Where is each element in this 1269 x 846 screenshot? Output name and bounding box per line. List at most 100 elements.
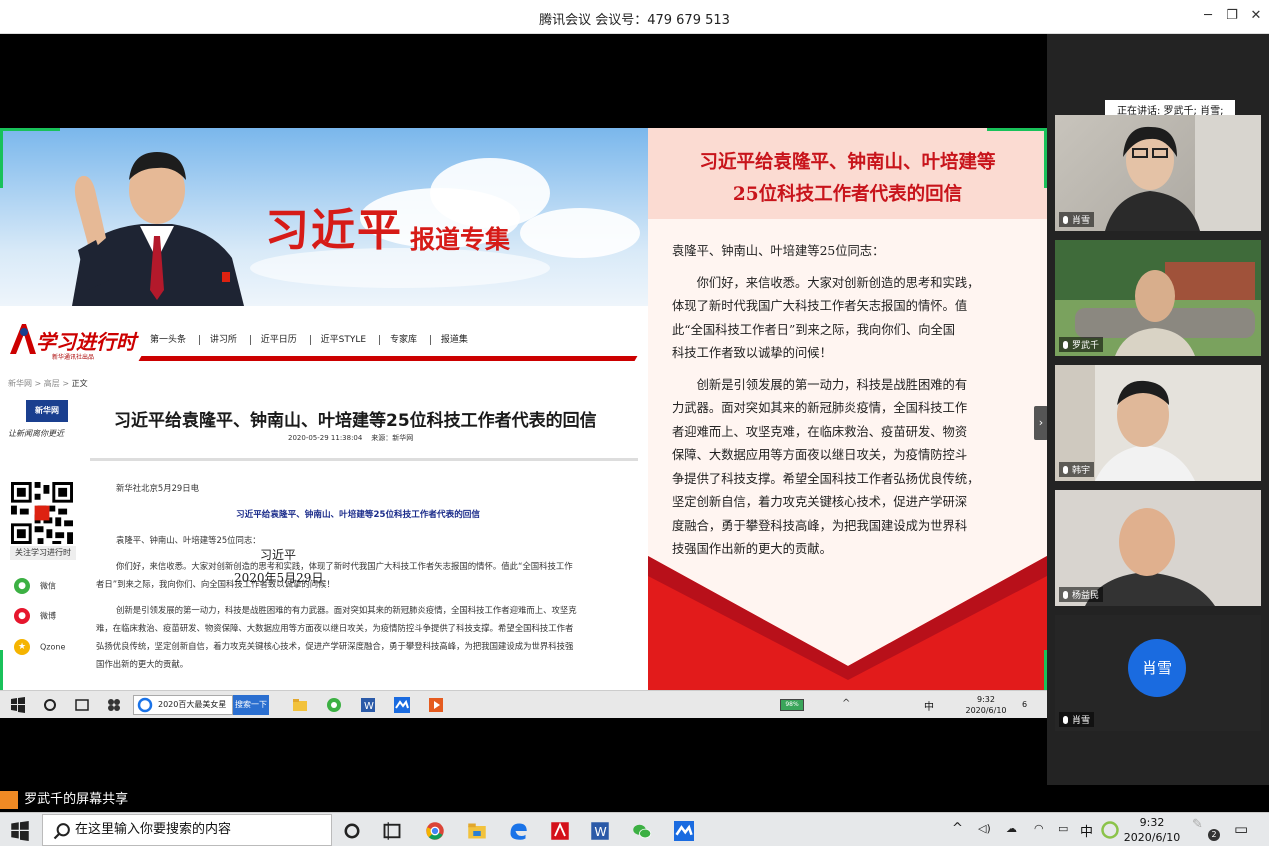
mic-icon	[1063, 341, 1068, 349]
logo-mark-icon	[10, 324, 36, 354]
article-divider	[90, 458, 638, 461]
nav-item-reports[interactable]: 报道集	[429, 335, 478, 345]
mic-icon	[1063, 591, 1068, 599]
windows-start-icon[interactable]	[10, 697, 26, 713]
letter-line: 袁隆平、钟南山、叶培建等25位同志：	[672, 244, 885, 258]
xinhua-logo: 新华网 让新闻离你更近	[8, 396, 80, 444]
action-center-icon[interactable]: ▭	[1234, 820, 1248, 838]
nav-item-headline[interactable]: 第一头条	[140, 335, 196, 345]
participant-tile[interactable]: 罗武千	[1055, 240, 1261, 356]
participant-name: 韩宇	[1059, 462, 1095, 477]
windows-start-icon[interactable]	[10, 821, 30, 841]
participant-name: 肖雪	[1059, 212, 1095, 227]
taskbar-search-input[interactable]: 在这里输入你要搜索的内容	[42, 814, 332, 846]
nav-item-experts[interactable]: 专家库	[378, 335, 427, 345]
article-salutation: 袁隆平、钟南山、叶培建等25位同志：	[116, 535, 261, 545]
share-owner: 罗武千的屏幕共享	[24, 792, 129, 807]
chrome-icon[interactable]	[425, 821, 445, 841]
screen-share-label: 罗武千的屏幕共享	[0, 790, 128, 810]
letter-line: 坚定创新自信，着力攻克关键核心技术，促进产学研深	[672, 495, 968, 509]
file-explorer-icon[interactable]	[467, 821, 487, 841]
app-icon[interactable]	[106, 697, 122, 713]
notification-badge: 2	[1208, 829, 1220, 841]
qzone-icon: ★	[14, 639, 30, 655]
article-paragraph: 你们好，来信收悉。大家对创新创造的思考和实践，体现了新时代我国广大科技工作者矢志…	[116, 561, 573, 571]
participant-tile[interactable]: 肖雪	[1055, 115, 1261, 231]
share-label: 微信	[40, 581, 56, 591]
chevron-right-icon[interactable]: ›	[1034, 406, 1047, 440]
media-player-icon[interactable]	[428, 697, 444, 713]
tencent-meeting-icon[interactable]	[394, 697, 410, 713]
participant-tile[interactable]: 韩宇	[1055, 365, 1261, 481]
battery-indicator: 98%	[780, 699, 804, 711]
cortana-icon[interactable]	[342, 821, 362, 841]
wifi-icon[interactable]: ◠	[1034, 822, 1044, 835]
ime-indicator[interactable]: 中	[924, 698, 934, 713]
notification-badge[interactable]: 6	[1022, 700, 1027, 709]
share-weibo[interactable]: ● 微博	[14, 608, 56, 624]
title-bar: 腾讯会议 会议号：479 679 513 ─ ❐ ✕	[0, 0, 1269, 34]
wechat-icon: ●	[14, 578, 30, 594]
share-qzone[interactable]: ★ Qzone	[14, 639, 65, 655]
participant-tile[interactable]: 杨益民	[1055, 490, 1261, 606]
letter-body: 袁隆平、钟南山、叶培建等25位同志： 你们好，来信收悉。大家对创新创造的思考和实…	[672, 240, 1022, 562]
share-label: 微博	[40, 611, 56, 621]
task-view-icon[interactable]	[74, 697, 90, 713]
letter-title-line1: 习近平给袁隆平、钟南山、叶培建等	[699, 152, 996, 173]
breadcrumb-item[interactable]: 新华网	[8, 379, 32, 388]
battery-icon[interactable]: ▭	[1058, 822, 1068, 835]
ime-indicator[interactable]: 中	[1080, 821, 1093, 840]
ring-icon[interactable]	[1100, 820, 1120, 840]
task-view-icon[interactable]	[382, 821, 402, 841]
xinhua-slogan: 让新闻离你更近	[8, 429, 64, 438]
mic-icon	[1063, 466, 1068, 474]
site-logo-text: 学习进行时	[36, 330, 136, 354]
volume-icon[interactable]: ◁)	[978, 822, 991, 835]
participant-name: 罗武千	[1059, 337, 1104, 352]
acrobat-icon[interactable]	[550, 821, 570, 841]
breadcrumb: 新华网 > 高层 > 正文	[8, 379, 88, 388]
shared-screen-content: 习近平 报道专集 学习进行时 新华通讯社出品 第一头条 讲习所 近平日历 近平S…	[0, 128, 1047, 718]
restore-icon[interactable]: ❐	[1222, 8, 1242, 23]
taskbar: 在这里输入你要搜索的内容 W ^ ◁) ☁ ◠ ▭ 中 9:32 2020/6/…	[0, 812, 1269, 846]
ink-icon[interactable]: ✎	[1192, 817, 1203, 832]
site-logo[interactable]: 学习进行时 新华通讯社出品	[8, 320, 136, 361]
breadcrumb-current: 正文	[71, 379, 88, 388]
article-subhead: 习近平给袁隆平、钟南山、叶培建等25位科技工作者代表的回信	[236, 510, 480, 520]
taskbar-clock[interactable]: 9:32 2020/6/10	[1120, 815, 1184, 845]
cloud-icon[interactable]: ☁	[1006, 822, 1017, 835]
qr-label: 关注学习进行时	[10, 546, 76, 560]
weibo-icon: ●	[14, 608, 30, 624]
edge-icon[interactable]	[508, 821, 528, 841]
word-icon[interactable]: W	[360, 697, 376, 713]
share-wechat[interactable]: ● 微信	[14, 578, 56, 594]
article-paragraph: 国作出新的更大的贡献。	[96, 659, 189, 669]
word-icon[interactable]: W	[590, 821, 610, 841]
file-explorer-icon[interactable]	[292, 697, 308, 713]
letter-title-line2: 25位科技工作者代表的回信	[732, 184, 963, 205]
shared-search-button[interactable]: 搜索一下	[233, 695, 269, 715]
svg-text:W: W	[364, 701, 374, 712]
site-logo-sub: 新华通讯社出品	[52, 354, 95, 361]
nav-item-style[interactable]: 近平STYLE	[309, 335, 376, 345]
shared-taskbar: 2020百大最美女星 搜索一下 W 98% ^ 中 9:32 2020/6/10…	[0, 690, 1047, 718]
tray-chevron-icon[interactable]: ^	[952, 821, 963, 836]
cortana-icon[interactable]	[42, 697, 58, 713]
breadcrumb-item[interactable]: 高层	[44, 379, 60, 388]
tencent-meeting-icon[interactable]	[674, 821, 694, 841]
nav-item-calendar[interactable]: 近平日历	[249, 335, 307, 345]
taskbar-date: 2020/6/10	[1123, 831, 1181, 844]
nav-item-jiangxisuo[interactable]: 讲习所	[198, 335, 247, 345]
participant-name: 肖雪	[1059, 712, 1095, 727]
site-header: 学习进行时 新华通讯社出品 第一头条 讲习所 近平日历 近平STYLE 专家库 …	[0, 306, 648, 368]
letter-line: 力武器。面对突如其来的新冠肺炎疫情，全国科技工作	[672, 401, 968, 415]
letter-line: 体现了新时代我国广大科技工作者矢志报国的情怀。值	[672, 299, 968, 313]
shared-time: 9:32	[977, 695, 995, 704]
shared-clock[interactable]: 9:32 2020/6/10	[958, 694, 1014, 716]
close-icon[interactable]: ✕	[1246, 8, 1266, 23]
browser-icon[interactable]	[326, 697, 342, 713]
user-icon	[0, 790, 18, 809]
minimize-icon[interactable]: ─	[1198, 8, 1218, 23]
wechat-icon[interactable]	[632, 821, 652, 841]
tray-chevron-icon[interactable]: ^	[842, 698, 850, 709]
